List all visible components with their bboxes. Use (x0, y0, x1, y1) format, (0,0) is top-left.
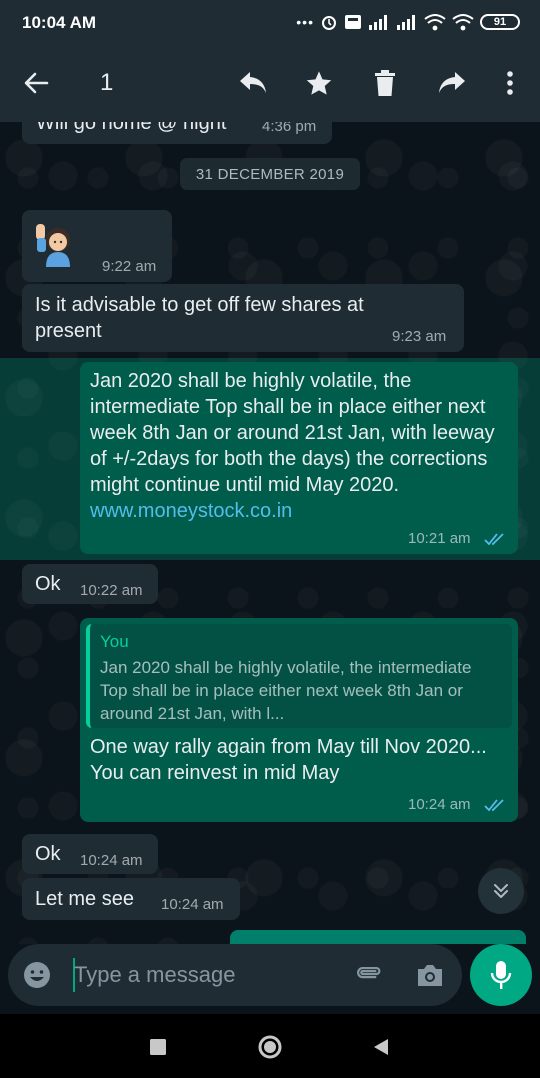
message-text: Ok (35, 843, 61, 865)
reply-icon[interactable] (234, 64, 272, 102)
message-text: Jan 2020 shall be highly volatile, the i… (90, 368, 510, 524)
selection-toolbar: 1 (0, 44, 540, 122)
message-body: Jan 2020 shall be highly volatile, the i… (90, 370, 495, 496)
double-chevron-down-icon (494, 884, 508, 898)
message-text: Will go home @ night (36, 122, 227, 134)
more-vert-icon[interactable] (491, 64, 529, 102)
home-circle-icon[interactable] (255, 1032, 285, 1062)
message-bubble-outgoing-partial[interactable] (230, 930, 526, 944)
signal-icon-1 (369, 15, 387, 30)
emoji-icon[interactable] (22, 960, 52, 990)
read-receipt-icon (484, 533, 504, 546)
system-nav-bar (0, 1014, 540, 1078)
selected-count: 1 (100, 69, 114, 96)
message-text: One way rally again from May till Nov 20… (90, 736, 487, 784)
status-icons: ••• 91 (296, 11, 520, 33)
message-time: 4:36 pm (262, 122, 317, 135)
chat-area[interactable]: Will go home @ night 4:36 pm 31 DECEMBER… (0, 122, 540, 944)
quoted-message[interactable]: You Jan 2020 shall be highly volatile, t… (86, 624, 512, 728)
status-bar: 10:04 AM ••• 91 (0, 0, 540, 44)
camera-icon[interactable] (415, 962, 445, 988)
wifi-icon-1 (424, 14, 446, 31)
date-divider: 31 DECEMBER 2019 (180, 158, 360, 190)
delete-icon[interactable] (366, 64, 404, 102)
recents-square-icon[interactable] (143, 1032, 173, 1062)
date-divider-text: 31 DECEMBER 2019 (195, 165, 345, 183)
star-icon[interactable] (300, 64, 338, 102)
message-time: 10:24 am (161, 896, 224, 913)
quoted-text: Jan 2020 shall be highly volatile, the i… (100, 658, 472, 723)
message-bubble-incoming[interactable]: Is it advisable to get off few shares at… (22, 284, 464, 352)
message-bubble-incoming[interactable]: Ok 10:24 am (22, 834, 158, 874)
voice-record-button[interactable] (470, 944, 532, 1006)
scroll-to-bottom-button[interactable] (478, 868, 524, 914)
message-bubble-incoming[interactable]: Ok 10:22 am (22, 564, 158, 604)
message-text: Let me see (35, 888, 134, 910)
message-bubble-previous[interactable]: Will go home @ night 4:36 pm (22, 122, 332, 144)
message-text: Is it advisable to get off few shares at… (35, 294, 364, 342)
message-link[interactable]: www.moneystock.co.in (90, 500, 292, 522)
message-input-container[interactable]: Type a message (8, 944, 462, 1006)
notification-dots: ••• (296, 14, 314, 30)
message-time: 10:22 am (80, 582, 143, 599)
back-triangle-icon[interactable] (366, 1032, 396, 1062)
message-time: 9:23 am (392, 328, 447, 345)
mic-icon (490, 961, 512, 989)
forward-icon[interactable] (433, 64, 471, 102)
message-bubble-outgoing-selected[interactable]: Jan 2020 shall be highly volatile, the i… (80, 362, 518, 554)
message-time: 10:21 am (408, 530, 471, 547)
quoted-author: You (100, 632, 129, 651)
read-receipt-icon (484, 799, 504, 812)
back-arrow-icon[interactable] (17, 64, 55, 102)
message-text: Ok (35, 573, 61, 595)
message-time: 9:22 am (102, 258, 157, 275)
alarm-icon (322, 16, 336, 30)
message-bubble-outgoing-reply[interactable]: You Jan 2020 shall be highly volatile, t… (80, 618, 518, 822)
message-time: 10:24 am (80, 852, 143, 869)
volte-icon (345, 15, 361, 29)
signal-icon-2 (397, 15, 415, 30)
message-bubble-emoji[interactable]: 9:22 am (22, 210, 172, 282)
message-input-placeholder[interactable]: Type a message (74, 962, 235, 988)
message-time: 10:24 am (408, 796, 471, 813)
compose-bar: Type a message (0, 944, 540, 1014)
wifi-icon-2 (452, 14, 474, 31)
status-time: 10:04 AM (22, 13, 97, 32)
message-bubble-incoming[interactable]: Let me see 10:24 am (22, 878, 240, 920)
attach-icon[interactable] (354, 960, 384, 990)
raising-hand-woman-emoji (36, 224, 70, 267)
battery-level: 91 (493, 16, 507, 28)
battery-indicator: 91 (480, 14, 520, 30)
